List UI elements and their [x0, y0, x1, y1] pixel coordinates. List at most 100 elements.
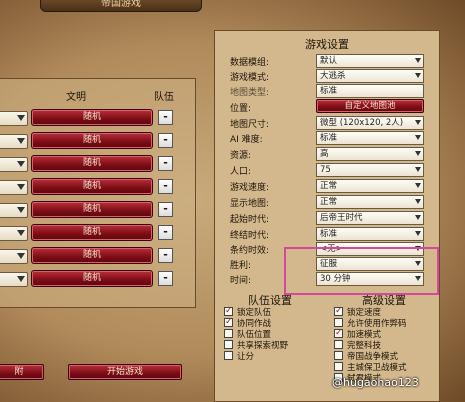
- chevron-down-icon: [415, 58, 421, 63]
- player-dropdown[interactable]: [0, 272, 28, 287]
- data-mod-select[interactable]: 默认: [316, 54, 424, 68]
- civ-column-header: 文明: [66, 92, 86, 103]
- shared-exploration-checkbox[interactable]: [224, 340, 233, 349]
- setting-label-reveal-map: 显示地图:: [230, 199, 270, 209]
- chevron-down-icon: [415, 120, 421, 125]
- window-title-banner: 帝国游戏: [40, 0, 202, 12]
- player-dropdown[interactable]: [0, 180, 28, 195]
- setting-label-time: 时间:: [230, 276, 252, 286]
- chevron-down-icon: [17, 230, 25, 236]
- game-speed-select[interactable]: 正常: [316, 179, 424, 193]
- chevron-down-icon: [415, 135, 421, 140]
- check-icon: ✓: [335, 306, 343, 316]
- setting-label-map-size: 地图尺寸:: [230, 120, 270, 130]
- game-mode-select[interactable]: 大逃杀: [316, 69, 424, 83]
- team-select-button[interactable]: -: [158, 225, 173, 240]
- highlight-box: [284, 247, 439, 295]
- full-tech-tree-checkbox[interactable]: [334, 340, 343, 349]
- chevron-down-icon: [415, 231, 421, 236]
- civ-random-button[interactable]: 随机: [31, 178, 153, 195]
- select-value: 正常: [320, 197, 338, 207]
- setting-label-starting-age: 起始时代:: [230, 215, 270, 225]
- check-icon: ✓: [225, 317, 233, 327]
- team-select-button[interactable]: -: [158, 110, 173, 125]
- handicap-checkbox[interactable]: [224, 351, 233, 360]
- select-value: 标准: [320, 133, 338, 143]
- team-select-button[interactable]: -: [158, 156, 173, 171]
- civ-random-button[interactable]: 随机: [31, 224, 153, 241]
- chevron-down-icon: [17, 115, 25, 121]
- turbo-mode-checkbox[interactable]: ✓: [334, 329, 343, 338]
- setting-label-victory: 胜利:: [230, 261, 252, 271]
- chevron-down-icon: [17, 161, 25, 167]
- lock-speed-checkbox[interactable]: ✓: [334, 307, 343, 316]
- lock-teams-checkbox[interactable]: ✓: [224, 307, 233, 316]
- select-value: 标准: [320, 229, 338, 239]
- team-select-button[interactable]: -: [158, 133, 173, 148]
- team-select-button[interactable]: -: [158, 248, 173, 263]
- player-dropdown[interactable]: [0, 249, 28, 264]
- game-settings-title: 游戏设置: [305, 38, 349, 51]
- chevron-down-icon: [17, 253, 25, 259]
- chevron-down-icon: [415, 151, 421, 156]
- chevron-down-icon: [17, 276, 25, 282]
- setting-label-resources: 资源:: [230, 151, 252, 161]
- setting-label-treaty: 条约时效:: [230, 246, 270, 256]
- select-value: 75: [320, 165, 331, 175]
- civ-random-button[interactable]: 随机: [31, 155, 153, 172]
- setting-label-game-mode: 游戏模式:: [230, 73, 270, 83]
- team-positions-checkbox[interactable]: [224, 329, 233, 338]
- setting-label-game-speed: 游戏速度:: [230, 183, 270, 193]
- player-dropdown[interactable]: [0, 134, 28, 149]
- team-select-button[interactable]: -: [158, 271, 173, 286]
- chevron-down-icon: [17, 184, 25, 190]
- setting-label-population: 人口:: [230, 167, 252, 177]
- setting-label-map-type: 地图类型:: [230, 88, 270, 98]
- select-value: 正常: [320, 181, 338, 191]
- setting-label-location: 位置:: [230, 104, 252, 114]
- reveal-map-select[interactable]: 正常: [316, 195, 424, 209]
- watermark: @hugaohao123: [332, 376, 419, 389]
- team-together-checkbox[interactable]: ✓: [224, 318, 233, 327]
- civ-random-button[interactable]: 随机: [31, 109, 153, 126]
- chevron-down-icon: [17, 207, 25, 213]
- population-select[interactable]: 75: [316, 163, 424, 177]
- civ-random-button[interactable]: 随机: [31, 270, 153, 287]
- map-type-select[interactable]: 标准: [316, 84, 424, 98]
- chevron-down-icon: [17, 138, 25, 144]
- resources-select[interactable]: 高: [316, 147, 424, 161]
- ready-button[interactable]: 附: [0, 364, 44, 380]
- player-dropdown[interactable]: [0, 157, 28, 172]
- check-icon: ✓: [225, 306, 233, 316]
- team-select-button[interactable]: -: [158, 202, 173, 217]
- player-dropdown[interactable]: [0, 111, 28, 126]
- select-value: 微型 (120x120, 2人): [320, 118, 404, 128]
- chevron-down-icon: [415, 183, 421, 188]
- select-value: 默认: [320, 56, 338, 66]
- select-value: 标准: [320, 86, 338, 96]
- sudden-death-checkbox[interactable]: [334, 362, 343, 371]
- start-game-button[interactable]: 开始游戏: [68, 364, 182, 380]
- player-dropdown[interactable]: [0, 226, 28, 241]
- starting-age-select[interactable]: 后帝王时代: [316, 211, 424, 225]
- ai-difficulty-select[interactable]: 标准: [316, 131, 424, 145]
- empire-wars-checkbox[interactable]: [334, 351, 343, 360]
- checkbox-label: 让分: [237, 352, 255, 362]
- team-column-header: 队伍: [154, 92, 174, 103]
- setting-label-ending-age: 终结时代:: [230, 231, 270, 241]
- custom-map-pool-button[interactable]: 自定义地图池: [316, 99, 424, 113]
- civ-random-button[interactable]: 随机: [31, 247, 153, 264]
- map-size-select[interactable]: 微型 (120x120, 2人): [316, 116, 424, 130]
- team-select-button[interactable]: -: [158, 179, 173, 194]
- civ-random-button[interactable]: 随机: [31, 132, 153, 149]
- chevron-down-icon: [415, 167, 421, 172]
- select-value: 后帝王时代: [320, 213, 363, 223]
- chevron-down-icon: [415, 215, 421, 220]
- select-value: 高: [320, 149, 329, 159]
- civ-random-button[interactable]: 随机: [31, 201, 153, 218]
- allow-cheats-checkbox[interactable]: [334, 318, 343, 327]
- player-dropdown[interactable]: [0, 203, 28, 218]
- ending-age-select[interactable]: 标准: [316, 227, 424, 241]
- chevron-down-icon: [415, 73, 421, 78]
- setting-label-ai-difficulty: AI 难度:: [230, 135, 263, 145]
